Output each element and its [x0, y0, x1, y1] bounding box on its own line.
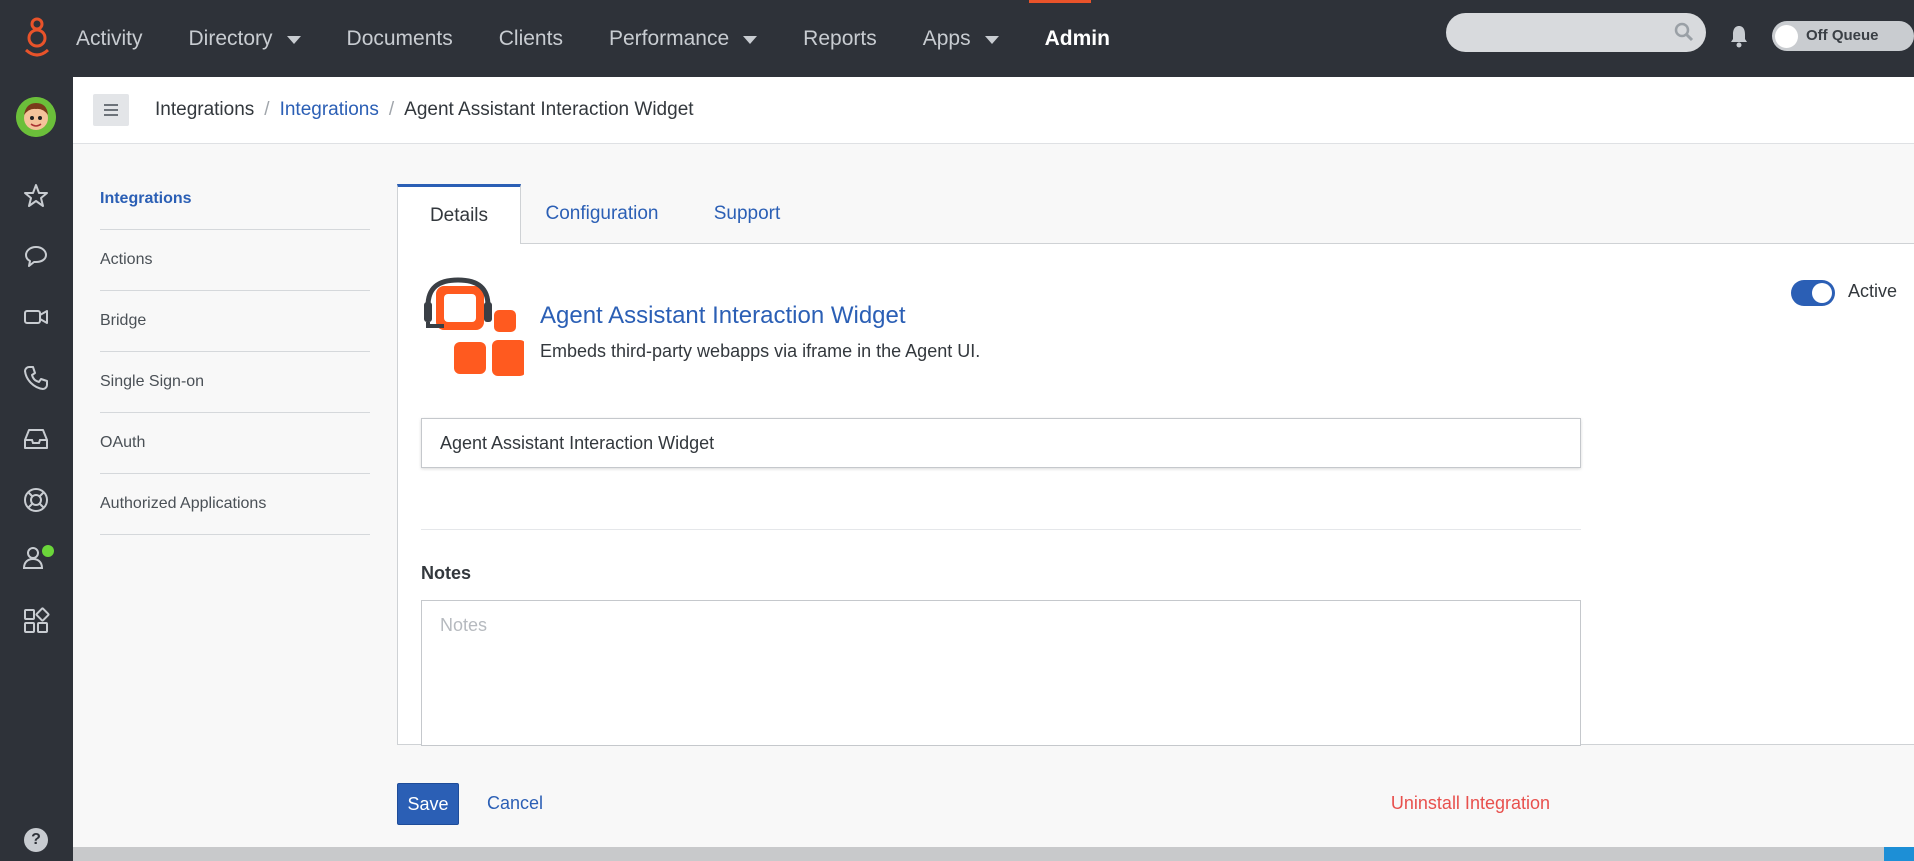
nav-admin[interactable]: Admin	[1045, 27, 1110, 51]
integration-name-input[interactable]	[421, 418, 1581, 468]
top-navigation-bar: Activity Directory Documents Clients Per…	[0, 0, 1914, 77]
horizontal-scrollbar[interactable]	[73, 847, 1914, 861]
caret-down-icon	[984, 35, 999, 44]
sidenav-item-actions[interactable]: Actions	[100, 230, 370, 291]
scrollbar-corner	[1884, 847, 1914, 861]
nav-performance[interactable]: Performance	[608, 26, 758, 51]
nav-label: Admin	[1044, 26, 1110, 50]
sidenav-item-bridge[interactable]: Bridge	[100, 291, 370, 352]
apps-grid-icon[interactable]	[22, 607, 50, 635]
inbox-icon[interactable]	[22, 425, 50, 453]
sidenav-item-integrations[interactable]: Integrations	[100, 169, 370, 230]
sidenav-item-authorized-applications[interactable]: Authorized Applications	[100, 474, 370, 535]
breadcrumb-current: Agent Assistant Interaction Widget	[404, 99, 694, 120]
help-icon[interactable]: ?	[24, 828, 48, 852]
tab-configuration[interactable]: Configuration	[537, 184, 667, 244]
tab-details[interactable]: Details	[397, 184, 521, 244]
search-input[interactable]	[1446, 13, 1706, 52]
breadcrumb-bar: Integrations / Integrations / Agent Assi…	[73, 77, 1914, 144]
caret-down-icon	[743, 35, 758, 44]
tab-support[interactable]: Support	[697, 184, 797, 244]
queue-toggle-knob	[1775, 25, 1798, 48]
sidenav-item-single-sign-on[interactable]: Single Sign-on	[100, 352, 370, 413]
active-toggle-label: Active	[1848, 281, 1898, 301]
notes-textarea[interactable]	[421, 600, 1581, 746]
breadcrumb-integrations-link[interactable]: Integrations	[280, 99, 379, 121]
search-icon[interactable]	[1674, 22, 1694, 42]
breadcrumb-separator: /	[264, 99, 270, 120]
notes-label: Notes	[421, 563, 472, 583]
queue-status-label: Off Queue	[1806, 27, 1879, 44]
lifebuoy-icon[interactable]	[22, 486, 50, 514]
genesys-logo-icon[interactable]	[20, 16, 54, 60]
breadcrumb-separator: /	[388, 99, 395, 120]
nav-label: Directory	[188, 26, 273, 50]
breadcrumb: Integrations / Integrations / Agent Assi…	[155, 99, 694, 121]
integration-title: Agent Assistant Interaction Widget	[540, 302, 906, 329]
uninstall-integration-button[interactable]: Uninstall Integration	[1391, 793, 1550, 814]
avatar-image	[16, 97, 56, 137]
details-panel: Agent Assistant Interaction Widget Embed…	[397, 243, 1914, 746]
integration-description: Embeds third-party webapps via iframe in…	[540, 341, 981, 361]
nav-documents[interactable]: Documents	[347, 27, 453, 51]
breadcrumb-integrations-root: Integrations	[155, 99, 255, 120]
active-nav-indicator	[1029, 0, 1091, 3]
nav-label: Clients	[498, 26, 563, 50]
active-toggle[interactable]	[1791, 280, 1835, 306]
chat-icon[interactable]	[22, 242, 50, 270]
nav-label: Activity	[76, 26, 143, 50]
left-rail: ?	[0, 77, 73, 861]
notification-bell-icon[interactable]	[1729, 24, 1749, 48]
nav-label: Reports	[803, 26, 877, 50]
admin-sidenav: Integrations Actions Bridge Single Sign-…	[100, 169, 370, 535]
main-content: Integrations / Integrations / Agent Assi…	[73, 77, 1914, 847]
nav-clients[interactable]: Clients	[499, 27, 563, 51]
sidenav-item-oauth[interactable]: OAuth	[100, 413, 370, 474]
video-icon[interactable]	[22, 303, 50, 331]
caret-down-icon	[286, 35, 301, 44]
main-nav: Activity Directory Documents Clients Per…	[76, 0, 1156, 77]
nav-apps[interactable]: Apps	[923, 27, 999, 51]
nav-activity[interactable]: Activity	[76, 27, 143, 51]
nav-label: Performance	[608, 26, 730, 50]
agent-status-icon[interactable]	[22, 543, 58, 571]
nav-label: Documents	[346, 26, 453, 50]
nav-label: Apps	[922, 26, 971, 50]
save-button[interactable]: Save	[397, 783, 459, 825]
integration-logo-icon	[424, 277, 524, 376]
cancel-button[interactable]: Cancel	[487, 793, 543, 814]
phone-icon[interactable]	[22, 364, 50, 392]
tab-bar: Details Configuration Support	[397, 184, 1914, 244]
queue-toggle[interactable]: Off Queue	[1772, 21, 1914, 51]
nav-directory[interactable]: Directory	[189, 27, 301, 51]
hamburger-menu-icon[interactable]	[93, 94, 129, 126]
section-divider	[421, 529, 1581, 530]
avatar[interactable]	[16, 97, 56, 137]
toggle-knob	[1812, 283, 1832, 303]
nav-reports[interactable]: Reports	[803, 27, 877, 51]
star-icon[interactable]	[22, 182, 50, 210]
